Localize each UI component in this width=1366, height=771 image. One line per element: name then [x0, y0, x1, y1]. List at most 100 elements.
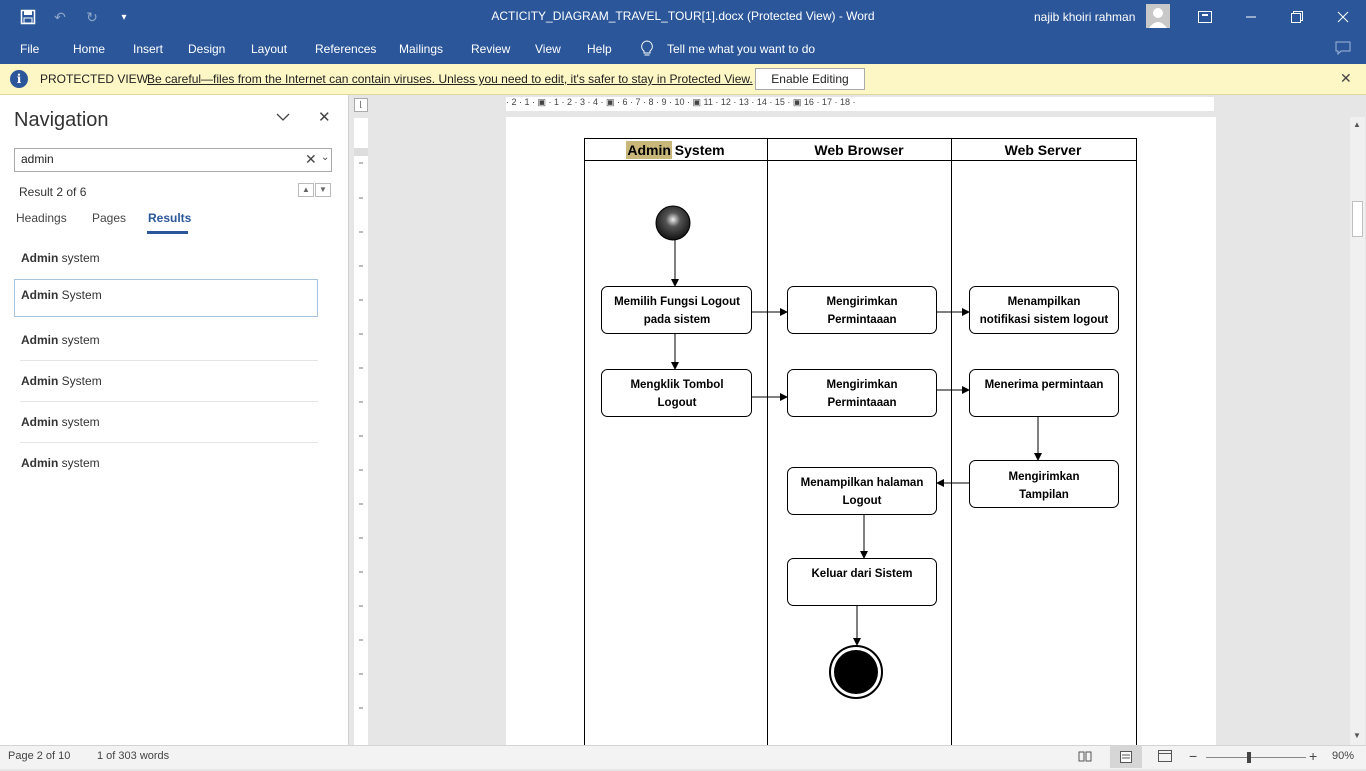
result-match: Admin — [21, 333, 59, 347]
result-match: Admin — [21, 251, 59, 265]
result-match: Admin — [21, 456, 59, 470]
svg-text:Permintaaan: Permintaaan — [827, 314, 896, 326]
result-text: Admin system — [21, 456, 100, 470]
svg-text:Logout: Logout — [658, 397, 697, 409]
close-icon[interactable]: ✕ — [1340, 70, 1352, 87]
divider — [20, 401, 318, 402]
search-input[interactable] — [21, 151, 291, 167]
protected-view-title: PROTECTED VIEW — [40, 72, 149, 86]
activity-b1: Mengirimkan Permintaaan — [787, 286, 937, 334]
active-tab-indicator — [147, 231, 188, 234]
horizontal-ruler[interactable]: · 2 · 1 · ▣ · 1 · 2 · 3 · 4 · ▣ · 6 · 7 … — [506, 97, 1214, 111]
status-bar: Page 2 of 10 1 of 303 words − + 90% — [0, 745, 1366, 769]
tab-headings[interactable]: Headings — [16, 211, 67, 225]
result-match: Admin — [21, 288, 59, 302]
document-area: ⌊ · 2 · 1 · ▣ · 1 · 2 · 3 · 4 · ▣ · 6 · … — [349, 95, 1366, 759]
tab-pages[interactable]: Pages — [92, 211, 126, 225]
print-layout-icon[interactable] — [1110, 746, 1142, 768]
svg-text:Menampilkan halaman: Menampilkan halaman — [801, 477, 924, 489]
tab-file[interactable]: File — [20, 42, 39, 56]
list-item-selected[interactable]: Admin System — [14, 279, 318, 317]
tab-mailings[interactable]: Mailings — [399, 42, 443, 56]
result-match: Admin — [21, 415, 59, 429]
customize-qat-icon[interactable]: ▾ — [108, 0, 140, 34]
list-item[interactable]: Admin system — [14, 406, 318, 444]
lightbulb-icon — [640, 40, 654, 61]
svg-text:Tampilan: Tampilan — [1019, 489, 1069, 501]
zoom-out-icon[interactable]: − — [1189, 748, 1197, 764]
undo-icon[interactable]: ↶ — [44, 0, 76, 34]
chevron-down-icon[interactable]: ⌄ — [321, 152, 329, 163]
previous-result-icon[interactable]: ▲ — [298, 183, 314, 197]
tab-results[interactable]: Results — [148, 211, 191, 225]
next-result-icon[interactable]: ▼ — [315, 183, 331, 197]
list-item[interactable]: Admin System — [14, 365, 318, 403]
restore-icon[interactable] — [1274, 0, 1320, 34]
minimize-icon[interactable] — [1228, 0, 1274, 34]
tab-view[interactable]: View — [535, 42, 561, 56]
read-mode-icon[interactable] — [1078, 750, 1092, 765]
activity-b3: Menampilkan halaman Logout — [787, 467, 937, 515]
close-icon[interactable]: ✕ — [318, 108, 331, 126]
result-rest: system — [58, 251, 100, 265]
svg-text:Permintaaan: Permintaaan — [827, 397, 896, 409]
chevron-down-icon[interactable] — [276, 109, 290, 125]
tab-help[interactable]: Help — [587, 42, 612, 56]
tab-references[interactable]: References — [315, 42, 376, 56]
vertical-ruler[interactable] — [354, 118, 368, 745]
navigation-title: Navigation — [14, 109, 109, 131]
zoom-slider-thumb[interactable] — [1247, 752, 1251, 763]
result-rest: System — [58, 288, 102, 302]
result-rest: system — [58, 333, 100, 347]
final-node — [829, 645, 883, 699]
svg-text:notifikasi sistem logout: notifikasi sistem logout — [980, 314, 1109, 326]
scroll-down-icon[interactable]: ▼ — [1353, 731, 1361, 740]
result-count: Result 2 of 6 — [19, 185, 87, 199]
enable-editing-button[interactable]: Enable Editing — [755, 68, 865, 90]
tab-design[interactable]: Design — [188, 42, 225, 56]
svg-text:Keluar dari Sistem: Keluar dari Sistem — [812, 568, 913, 580]
ribbon-display-options-icon[interactable] — [1182, 0, 1228, 34]
result-text: Admin System — [21, 288, 102, 302]
result-text: Admin system — [21, 251, 100, 265]
navigation-pane: Navigation ✕ ✕ ⌄ Result 2 of 6 ▲ ▼ Headi… — [0, 95, 349, 745]
result-text: Admin system — [21, 415, 100, 429]
clear-search-icon[interactable]: ✕ — [305, 151, 317, 168]
initial-node — [655, 205, 691, 241]
document-page[interactable]: Admin System Web Browser Web Server Memi… — [506, 117, 1216, 759]
activity-a1: Memilih Fungsi Logout pada sistem — [601, 286, 752, 334]
list-item[interactable]: Admin system — [14, 447, 318, 485]
word-count[interactable]: 1 of 303 words — [97, 750, 169, 762]
svg-text:Menerima permintaan: Menerima permintaan — [985, 379, 1104, 391]
search-box[interactable]: ✕ ⌄ — [14, 148, 332, 172]
comments-icon[interactable] — [1335, 41, 1351, 58]
tell-me-search[interactable]: Tell me what you want to do — [667, 42, 815, 56]
vertical-ruler-ticks — [354, 148, 368, 709]
result-text: Admin system — [21, 333, 100, 347]
tab-insert[interactable]: Insert — [133, 42, 163, 56]
redo-icon[interactable]: ↻ — [76, 0, 108, 34]
title-bar: ↶ ↻ ▾ ACTICITY_DIAGRAM_TRAVEL_TOUR[1].do… — [0, 0, 1366, 34]
user-name[interactable]: najib khoiri rahman — [1034, 10, 1135, 24]
scrollbar-thumb[interactable] — [1352, 201, 1363, 237]
activity-c2: Menerima permintaan — [969, 369, 1119, 417]
list-item[interactable]: Admin system — [14, 242, 318, 280]
tab-selector[interactable]: ⌊ — [354, 98, 368, 112]
lane-header-admin: Admin System — [627, 142, 724, 158]
page-count[interactable]: Page 2 of 10 — [8, 750, 70, 762]
save-icon[interactable] — [12, 0, 44, 34]
avatar[interactable] — [1146, 4, 1170, 28]
list-item[interactable]: Admin system — [14, 324, 318, 362]
tab-review[interactable]: Review — [471, 42, 510, 56]
web-layout-icon[interactable] — [1158, 750, 1172, 765]
tab-layout[interactable]: Layout — [251, 42, 287, 56]
protected-view-message[interactable]: Be careful—files from the Internet can c… — [147, 72, 753, 86]
tab-home[interactable]: Home — [73, 42, 105, 56]
svg-text:Logout: Logout — [843, 495, 882, 507]
vertical-scrollbar[interactable]: ▲ ▼ — [1350, 117, 1365, 745]
zoom-slider[interactable] — [1206, 757, 1306, 758]
zoom-in-icon[interactable]: + — [1309, 748, 1317, 764]
close-window-icon[interactable] — [1320, 0, 1366, 34]
scroll-up-icon[interactable]: ▲ — [1353, 120, 1361, 129]
zoom-level[interactable]: 90% — [1332, 750, 1354, 762]
